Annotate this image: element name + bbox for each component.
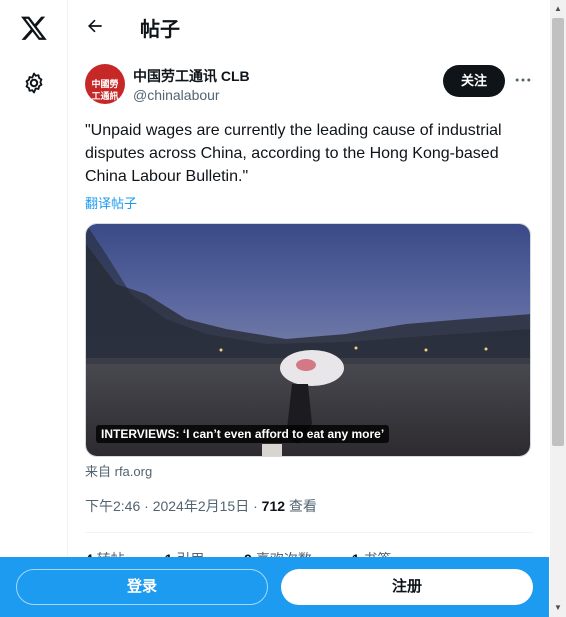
more-horizontal-icon[interactable] [513, 70, 533, 90]
bottom-login-bar: 登录 注册 [0, 557, 549, 617]
scrollbar[interactable]: ▲ ▼ [550, 0, 566, 617]
x-logo-icon[interactable] [20, 14, 48, 42]
page-title: 帖子 [140, 19, 180, 41]
avatar[interactable]: 中國勞工通訊 [85, 64, 125, 104]
link-card-image[interactable]: INTERVIEWS: ‘I can’t even afford to eat … [85, 223, 531, 457]
card-caption: INTERVIEWS: ‘I can’t even afford to eat … [96, 425, 390, 443]
follow-button[interactable]: 关注 [443, 65, 505, 97]
views-label: 查看 [288, 498, 317, 514]
login-button[interactable]: 登录 [16, 569, 268, 605]
card-source[interactable]: 来自 rfa.org [85, 461, 152, 480]
left-rail [0, 0, 68, 617]
post-text: "Unpaid wages are currently the leading … [85, 122, 502, 185]
author-display-name[interactable]: 中国劳工通讯 CLB [133, 66, 250, 86]
meta-separator: · [253, 498, 262, 514]
views-count: 712 [261, 498, 286, 514]
author-handle[interactable]: @chinalabour [133, 87, 220, 103]
scroll-down-arrow-icon[interactable]: ▼ [554, 603, 562, 612]
gear-icon[interactable] [22, 71, 46, 95]
scroll-up-arrow-icon[interactable]: ▲ [554, 4, 562, 13]
post-detail: 帖子 中國勞工通訊 中国劳工通讯 CLB @chinalabour 关注 "Un… [69, 0, 550, 617]
avatar-logo-text: 中國勞工通訊 [91, 79, 119, 101]
post-date[interactable]: 2024年2月15日 [153, 498, 250, 514]
signup-button[interactable]: 注册 [281, 569, 533, 605]
arrow-left-icon[interactable] [85, 16, 105, 36]
divider [85, 532, 533, 533]
post-time[interactable]: 下午2:46 [85, 498, 140, 514]
post-meta: 下午2:46 · 2024年2月15日 · 712 查看 [85, 496, 317, 516]
scroll-thumb[interactable] [552, 18, 564, 446]
top-bar: 帖子 [69, 0, 550, 54]
translate-post-link[interactable]: 翻译帖子 [85, 193, 137, 212]
card-photo [86, 224, 530, 456]
meta-separator: · [144, 498, 153, 514]
